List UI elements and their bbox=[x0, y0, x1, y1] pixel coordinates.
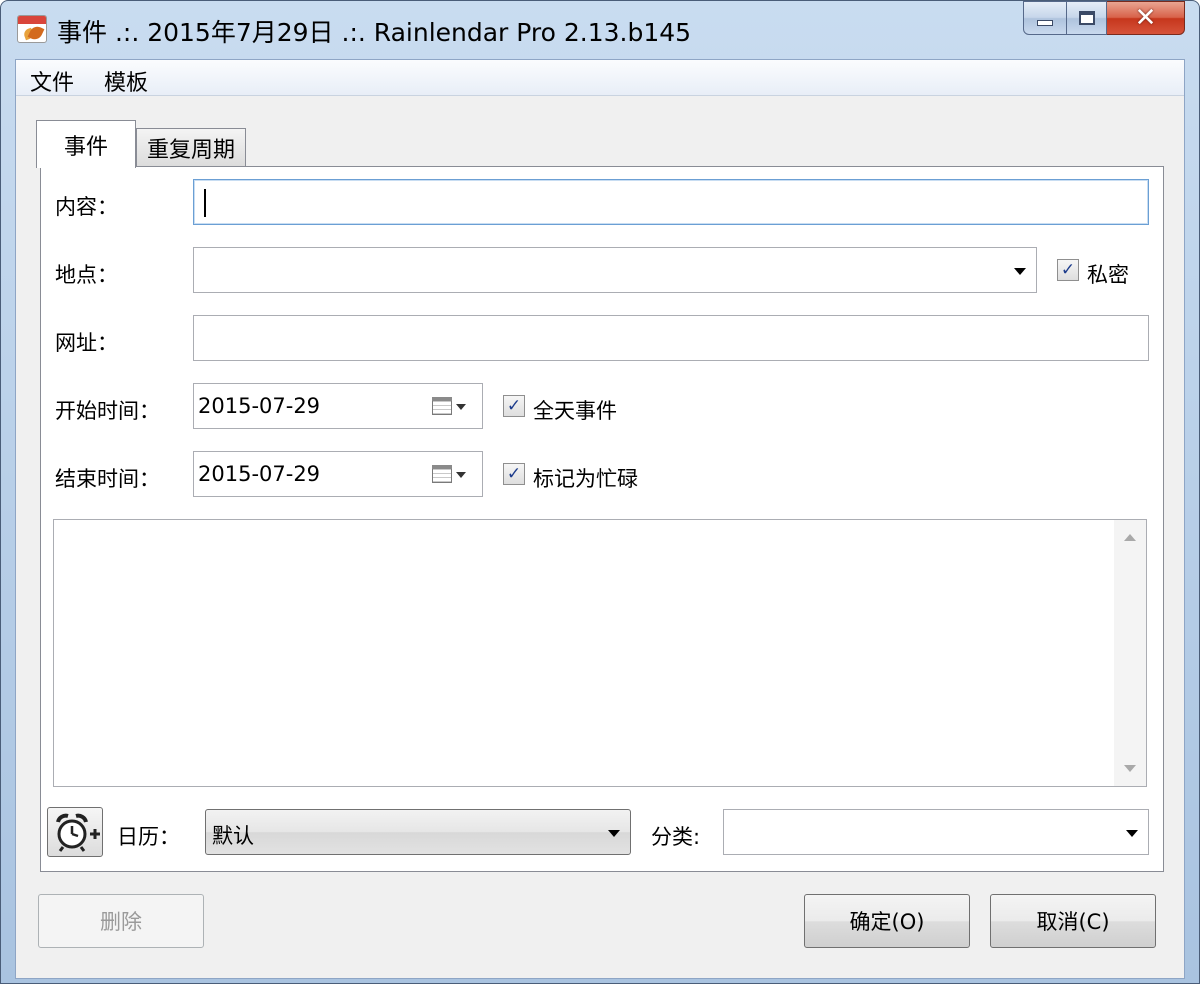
allday-checkbox[interactable]: ✓ bbox=[503, 395, 525, 417]
window-title: 事件 .:. 2015年7月29日 .:. Rainlendar Pro 2.1… bbox=[57, 18, 692, 47]
calendar-icon[interactable] bbox=[432, 465, 452, 483]
content-input[interactable] bbox=[193, 179, 1149, 225]
category-label: 分类: bbox=[651, 825, 701, 849]
start-time-label: 开始时间： bbox=[55, 399, 160, 423]
close-icon: ✕ bbox=[1134, 3, 1157, 33]
end-time-label: 结束时间： bbox=[55, 467, 160, 491]
ok-button[interactable]: 确定(O) bbox=[804, 894, 970, 948]
content-label: 内容： bbox=[55, 195, 118, 219]
checkmark-icon: ✓ bbox=[506, 395, 522, 416]
start-date-picker[interactable]: 2015-07-29 bbox=[193, 383, 483, 429]
category-select[interactable] bbox=[723, 809, 1149, 855]
end-date-picker[interactable]: 2015-07-29 bbox=[193, 451, 483, 497]
menu-bar: 文件 模板 bbox=[16, 60, 1184, 96]
scroll-up-icon[interactable] bbox=[1124, 534, 1136, 541]
dialog-client-area: 文件 模板 事件 重复周期 内容： 地点： ✓ 私密 网址： 开始时间： 201… bbox=[15, 59, 1185, 979]
cancel-button[interactable]: 取消(C) bbox=[990, 894, 1156, 948]
menu-file[interactable]: 文件 bbox=[30, 65, 74, 97]
tab-event[interactable]: 事件 bbox=[36, 120, 136, 168]
maximize-icon bbox=[1078, 11, 1095, 25]
allday-label: 全天事件 bbox=[533, 399, 617, 423]
scroll-down-icon[interactable] bbox=[1124, 765, 1136, 772]
dropdown-arrow-icon bbox=[456, 472, 466, 478]
chevron-down-icon bbox=[1014, 268, 1026, 275]
rainlendar-app-icon bbox=[17, 15, 47, 43]
checkmark-icon: ✓ bbox=[506, 463, 522, 484]
url-label: 网址： bbox=[55, 331, 118, 355]
calendar-select[interactable]: 默认 bbox=[205, 809, 631, 855]
tab-recurrence[interactable]: 重复周期 bbox=[136, 128, 246, 166]
private-label: 私密 bbox=[1087, 263, 1129, 287]
alarm-clock-add-icon bbox=[56, 813, 100, 852]
maximize-button[interactable] bbox=[1067, 1, 1107, 35]
busy-label: 标记为忙碌 bbox=[533, 467, 638, 491]
url-input[interactable] bbox=[193, 315, 1149, 361]
dropdown-arrow-icon bbox=[456, 404, 466, 410]
notes-scrollbar[interactable] bbox=[1114, 520, 1146, 786]
calendar-icon[interactable] bbox=[432, 397, 452, 415]
add-alarm-button[interactable] bbox=[47, 807, 103, 857]
event-tab-panel: 内容： 地点： ✓ 私密 网址： 开始时间： 2015-07-29 ✓ 全天事件… bbox=[40, 166, 1164, 872]
minimize-icon bbox=[1037, 20, 1053, 26]
location-label: 地点： bbox=[55, 263, 118, 287]
checkmark-icon: ✓ bbox=[1060, 259, 1076, 280]
chevron-down-icon bbox=[1126, 830, 1138, 837]
menu-template[interactable]: 模板 bbox=[104, 65, 148, 97]
location-combobox[interactable] bbox=[193, 247, 1037, 293]
calendar-label: 日历： bbox=[117, 825, 180, 849]
event-dialog-window: 事件 .:. 2015年7月29日 .:. Rainlendar Pro 2.1… bbox=[0, 0, 1200, 984]
chevron-down-icon bbox=[608, 830, 620, 837]
minimize-button[interactable] bbox=[1023, 1, 1067, 35]
text-caret bbox=[204, 189, 206, 217]
notes-textarea[interactable] bbox=[53, 519, 1147, 787]
delete-button[interactable]: 删除 bbox=[38, 894, 204, 948]
busy-checkbox[interactable]: ✓ bbox=[503, 463, 525, 485]
private-checkbox[interactable]: ✓ bbox=[1057, 259, 1079, 281]
title-bar[interactable]: 事件 .:. 2015年7月29日 .:. Rainlendar Pro 2.1… bbox=[1, 1, 1199, 59]
close-button[interactable]: ✕ bbox=[1107, 1, 1185, 35]
